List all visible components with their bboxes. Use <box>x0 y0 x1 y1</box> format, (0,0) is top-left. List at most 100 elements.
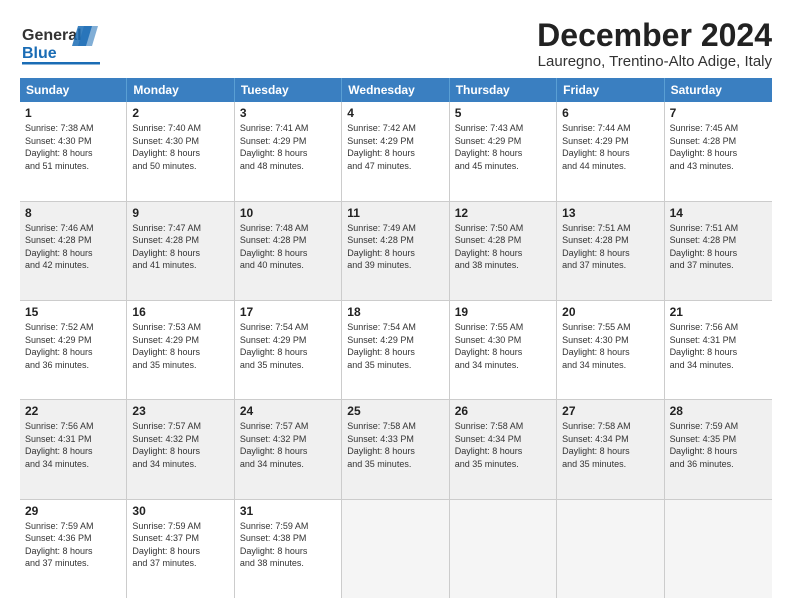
day-number: 7 <box>670 106 767 120</box>
cell-info: Sunrise: 7:47 AMSunset: 4:28 PMDaylight:… <box>132 222 228 272</box>
calendar-cell: 30Sunrise: 7:59 AMSunset: 4:37 PMDayligh… <box>127 500 234 598</box>
calendar-cell: 3Sunrise: 7:41 AMSunset: 4:29 PMDaylight… <box>235 102 342 200</box>
cell-info: Sunrise: 7:55 AMSunset: 4:30 PMDaylight:… <box>562 321 658 371</box>
cell-info: Sunrise: 7:53 AMSunset: 4:29 PMDaylight:… <box>132 321 228 371</box>
calendar-row: 15 Sunrise: 7:52 AMSunset: 4:29 PMDayligh… <box>20 301 772 400</box>
calendar-cell: 27Sunrise: 7:58 AMSunset: 4:34 PMDayligh… <box>557 400 664 498</box>
svg-text:Blue: Blue <box>22 45 57 62</box>
calendar-cell: 5 Sunrise: 7:43 AMSunset: 4:29 PMDaylight… <box>450 102 557 200</box>
cell-info: Sunrise: 7:40 AMSunset: 4:30 PMDaylight:… <box>132 122 228 172</box>
day-number: 26 <box>455 404 551 418</box>
day-number: 20 <box>562 305 658 319</box>
calendar-cell: 25 Sunrise: 7:58 AMSunset: 4:33 PMDayligh… <box>342 400 449 498</box>
cell-info: Sunrise: 7:56 AMSunset: 4:31 PMDaylight:… <box>670 321 767 371</box>
svg-text:General: General <box>22 27 82 44</box>
cell-info: Sunrise: 7:52 AMSunset: 4:29 PMDaylight:… <box>25 321 121 371</box>
calendar-cell: 22 Sunrise: 7:56 AMSunset: 4:31 PMDayligh… <box>20 400 127 498</box>
calendar-cell: 29 Sunrise: 7:59 AMSunset: 4:36 PMDayligh… <box>20 500 127 598</box>
calendar-cell: 28Sunrise: 7:59 AMSunset: 4:35 PMDayligh… <box>665 400 772 498</box>
day-number: 29 <box>25 504 121 518</box>
cell-info: Sunrise: 7:54 AMSunset: 4:29 PMDaylight:… <box>347 321 443 371</box>
day-number: 16 <box>132 305 228 319</box>
day-number: 19 <box>455 305 551 319</box>
cal-header-cell: Wednesday <box>342 78 449 102</box>
day-number: 25 <box>347 404 443 418</box>
page: General Blue December 2024 Lauregno, Tre… <box>0 0 792 612</box>
cell-info: Sunrise: 7:43 AMSunset: 4:29 PMDaylight:… <box>455 122 551 172</box>
day-number: 21 <box>670 305 767 319</box>
cal-header-cell: Friday <box>557 78 664 102</box>
calendar-row: 22 Sunrise: 7:56 AMSunset: 4:31 PMDayligh… <box>20 400 772 499</box>
calendar-cell: 2 Sunrise: 7:40 AMSunset: 4:30 PMDaylight… <box>127 102 234 200</box>
calendar-cell: 6 Sunrise: 7:44 AMSunset: 4:29 PMDaylight… <box>557 102 664 200</box>
cal-header-cell: Saturday <box>665 78 772 102</box>
day-number: 18 <box>347 305 443 319</box>
cal-header-cell: Tuesday <box>235 78 342 102</box>
day-number: 1 <box>25 106 121 120</box>
calendar-cell: 4Sunrise: 7:42 AMSunset: 4:29 PMDaylight… <box>342 102 449 200</box>
day-number: 8 <box>25 206 121 220</box>
day-number: 2 <box>132 106 228 120</box>
calendar-cell: 19 Sunrise: 7:55 AMSunset: 4:30 PMDayligh… <box>450 301 557 399</box>
cell-info: Sunrise: 7:59 AMSunset: 4:37 PMDaylight:… <box>132 520 228 570</box>
cell-info: Sunrise: 7:45 AMSunset: 4:28 PMDaylight:… <box>670 122 767 172</box>
day-number: 24 <box>240 404 336 418</box>
calendar-cell: 21 Sunrise: 7:56 AMSunset: 4:31 PMDayligh… <box>665 301 772 399</box>
day-number: 22 <box>25 404 121 418</box>
cell-info: Sunrise: 7:56 AMSunset: 4:31 PMDaylight:… <box>25 420 121 470</box>
cell-info: Sunrise: 7:41 AMSunset: 4:29 PMDaylight:… <box>240 122 336 172</box>
calendar-cell: 16 Sunrise: 7:53 AMSunset: 4:29 PMDayligh… <box>127 301 234 399</box>
cell-info: Sunrise: 7:59 AMSunset: 4:36 PMDaylight:… <box>25 520 121 570</box>
calendar-cell <box>450 500 557 598</box>
calendar-cell: 8Sunrise: 7:46 AMSunset: 4:28 PMDaylight… <box>20 202 127 300</box>
calendar-cell: 9 Sunrise: 7:47 AMSunset: 4:28 PMDaylight… <box>127 202 234 300</box>
cell-info: Sunrise: 7:49 AMSunset: 4:28 PMDaylight:… <box>347 222 443 272</box>
cell-info: Sunrise: 7:44 AMSunset: 4:29 PMDaylight:… <box>562 122 658 172</box>
calendar-cell: 18 Sunrise: 7:54 AMSunset: 4:29 PMDayligh… <box>342 301 449 399</box>
page-subtitle: Lauregno, Trentino-Alto Adige, Italy <box>537 53 772 70</box>
calendar-cell <box>665 500 772 598</box>
calendar-cell: 23 Sunrise: 7:57 AMSunset: 4:32 PMDayligh… <box>127 400 234 498</box>
calendar: SundayMondayTuesdayWednesdayThursdayFrid… <box>20 78 772 598</box>
title-block: December 2024 Lauregno, Trentino-Alto Ad… <box>537 18 772 70</box>
calendar-cell: 7 Sunrise: 7:45 AMSunset: 4:28 PMDaylight… <box>665 102 772 200</box>
calendar-cell: 10Sunrise: 7:48 AMSunset: 4:28 PMDayligh… <box>235 202 342 300</box>
calendar-cell <box>557 500 664 598</box>
day-number: 9 <box>132 206 228 220</box>
cell-info: Sunrise: 7:58 AMSunset: 4:33 PMDaylight:… <box>347 420 443 470</box>
calendar-cell: 1 Sunrise: 7:38 AMSunset: 4:30 PMDaylight… <box>20 102 127 200</box>
day-number: 17 <box>240 305 336 319</box>
cell-info: Sunrise: 7:50 AMSunset: 4:28 PMDaylight:… <box>455 222 551 272</box>
cell-info: Sunrise: 7:58 AMSunset: 4:34 PMDaylight:… <box>562 420 658 470</box>
calendar-row: 29 Sunrise: 7:59 AMSunset: 4:36 PMDayligh… <box>20 500 772 598</box>
calendar-cell: 26 Sunrise: 7:58 AMSunset: 4:34 PMDayligh… <box>450 400 557 498</box>
day-number: 28 <box>670 404 767 418</box>
calendar-row: 1 Sunrise: 7:38 AMSunset: 4:30 PMDaylight… <box>20 102 772 201</box>
cell-info: Sunrise: 7:38 AMSunset: 4:30 PMDaylight:… <box>25 122 121 172</box>
cell-info: Sunrise: 7:42 AMSunset: 4:29 PMDaylight:… <box>347 122 443 172</box>
cell-info: Sunrise: 7:57 AMSunset: 4:32 PMDaylight:… <box>132 420 228 470</box>
day-number: 23 <box>132 404 228 418</box>
page-title: December 2024 <box>537 18 772 53</box>
day-number: 6 <box>562 106 658 120</box>
day-number: 15 <box>25 305 121 319</box>
cell-info: Sunrise: 7:51 AMSunset: 4:28 PMDaylight:… <box>670 222 767 272</box>
calendar-cell: 31 Sunrise: 7:59 AMSunset: 4:38 PMDayligh… <box>235 500 342 598</box>
header: General Blue December 2024 Lauregno, Tre… <box>20 18 772 70</box>
calendar-cell: 15 Sunrise: 7:52 AMSunset: 4:29 PMDayligh… <box>20 301 127 399</box>
cell-info: Sunrise: 7:55 AMSunset: 4:30 PMDaylight:… <box>455 321 551 371</box>
day-number: 31 <box>240 504 336 518</box>
day-number: 11 <box>347 206 443 220</box>
cal-header-cell: Monday <box>127 78 234 102</box>
cell-info: Sunrise: 7:59 AMSunset: 4:38 PMDaylight:… <box>240 520 336 570</box>
cell-info: Sunrise: 7:51 AMSunset: 4:28 PMDaylight:… <box>562 222 658 272</box>
calendar-header: SundayMondayTuesdayWednesdayThursdayFrid… <box>20 78 772 102</box>
day-number: 10 <box>240 206 336 220</box>
day-number: 5 <box>455 106 551 120</box>
calendar-row: 8Sunrise: 7:46 AMSunset: 4:28 PMDaylight… <box>20 202 772 301</box>
day-number: 12 <box>455 206 551 220</box>
calendar-cell <box>342 500 449 598</box>
cell-info: Sunrise: 7:58 AMSunset: 4:34 PMDaylight:… <box>455 420 551 470</box>
calendar-body: 1 Sunrise: 7:38 AMSunset: 4:30 PMDaylight… <box>20 102 772 598</box>
logo-svg: General Blue <box>20 18 110 70</box>
